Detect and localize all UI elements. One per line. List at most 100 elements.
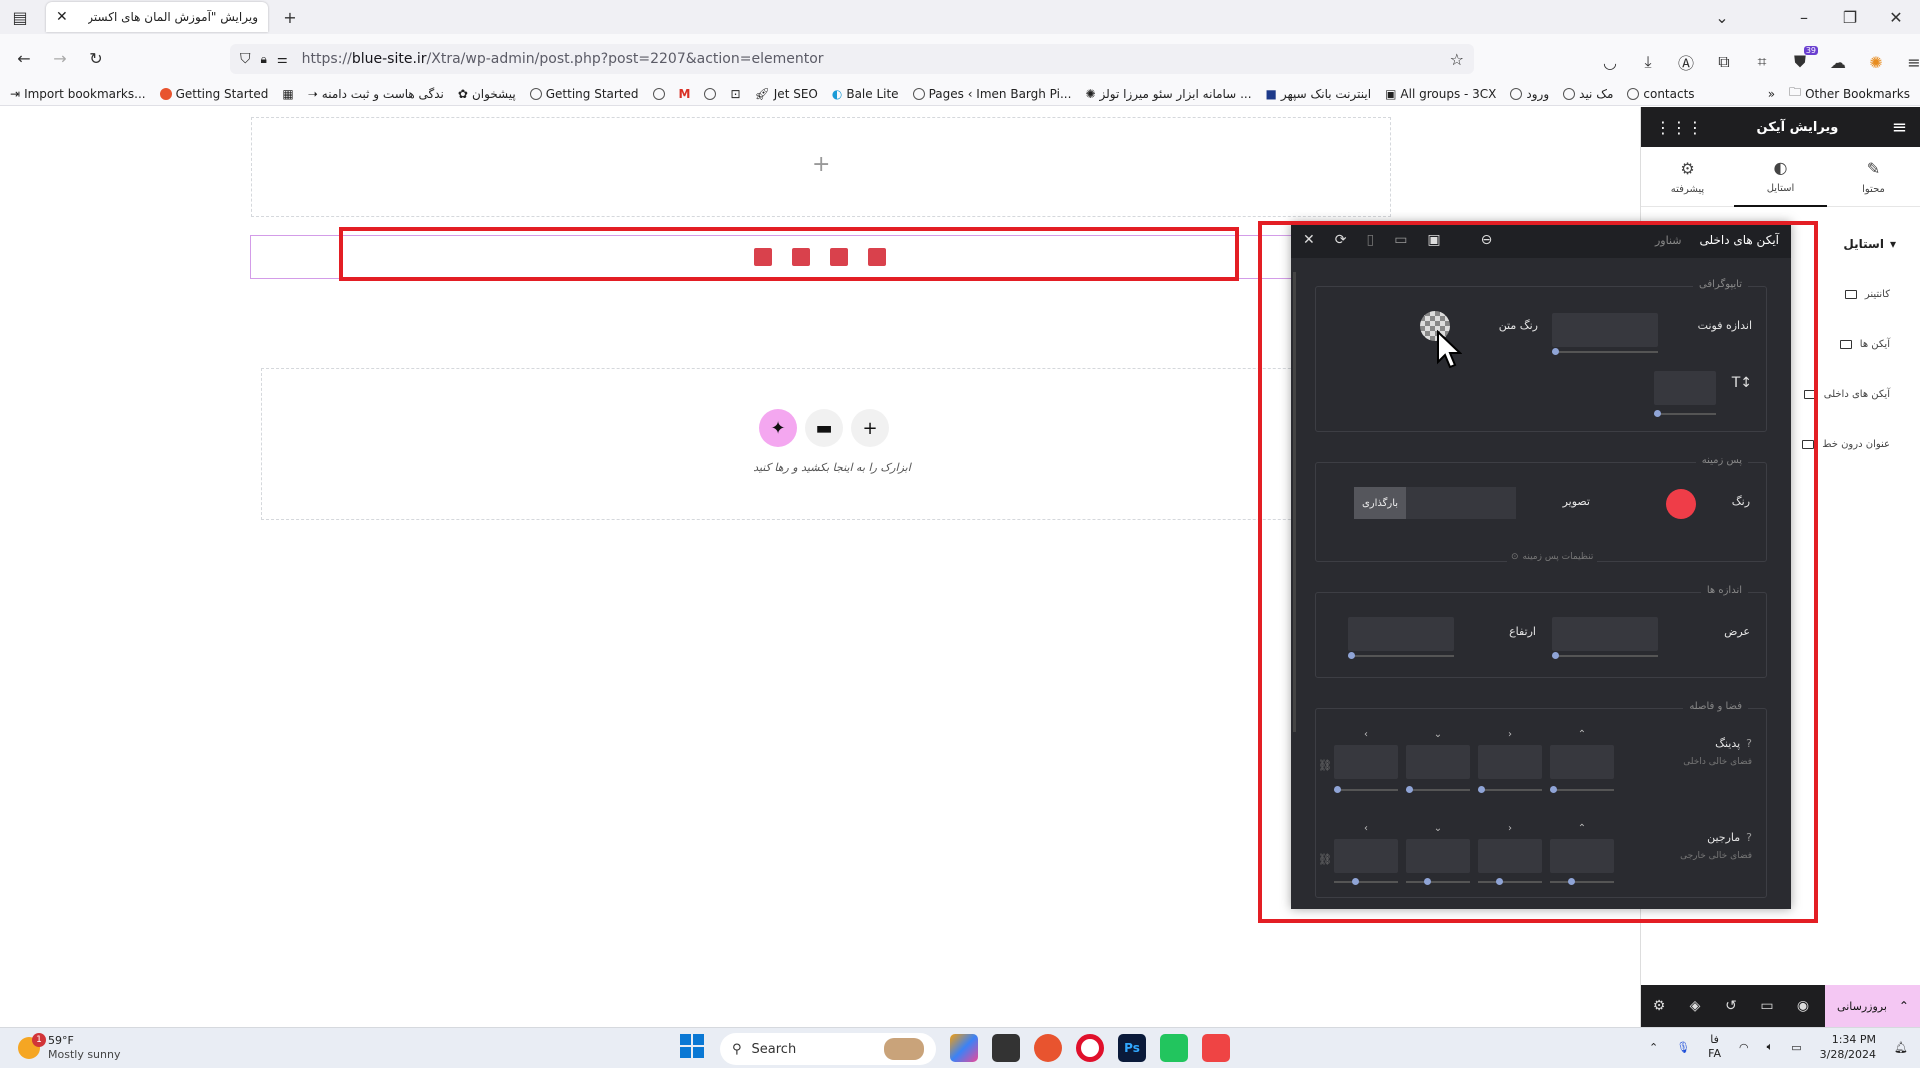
globe-icon [652,87,665,100]
chevron-down-icon[interactable]: ⌄ [1708,3,1736,31]
new-tab-icon[interactable]: + [276,3,304,31]
section-container[interactable]: کانتینر [1844,289,1890,300]
close-tab-icon[interactable]: ✕ [56,9,68,25]
chevron-up-icon[interactable]: ⌃ [1649,1041,1658,1054]
bookmark-item[interactable]: M [679,87,691,101]
facebook-icon[interactable] [754,248,772,266]
bookmark-item[interactable]: ➝ ندگی هاست و ثبت دامنه [308,87,444,101]
recorder-icon[interactable] [1202,1034,1230,1062]
gear-extension-icon[interactable]: ✺ [1862,48,1890,76]
language-indicator[interactable]: فا FA [1708,1033,1721,1061]
bookmark-item[interactable]: ◐ Bale Lite [832,87,899,101]
panel-title: ویرایش آیکن [1756,119,1839,135]
layers-icon[interactable]: ◈ [1677,998,1713,1014]
bookmark-item[interactable]: مک نید [1563,87,1613,101]
folder-icon: 🗀︎ [1789,85,1802,99]
globe-icon [1627,87,1640,100]
account-icon[interactable]: Ⓐ [1672,48,1700,76]
pocket-icon[interactable]: ◡ [1596,48,1624,76]
bookmark-item[interactable]: 🚀︎ Jet SEO [755,87,818,101]
social-icon[interactable] [868,248,886,266]
bookmark-item[interactable]: ⇥ Import bookmarks... [10,87,146,101]
preview-eye-icon[interactable]: ◉ [1785,998,1821,1014]
panel-footer: ⚙ ◈ ↺ ▭ ◉ بروزرسانی ⌃ [1641,985,1920,1027]
microphone-icon[interactable]: 🎙︎ [1676,1041,1690,1054]
other-bookmarks[interactable]: 🗀︎ Other Bookmarks [1789,83,1910,104]
download-icon[interactable]: ⤓ [1634,48,1662,76]
weather-widget[interactable]: 1 59°F Mostly sunny [18,1033,120,1062]
chevron-up-icon[interactable]: ⌃ [1899,999,1909,1013]
add-section-icon[interactable]: + [812,152,830,177]
menu-icon[interactable]: ≡ [1900,48,1920,76]
firefox-icon[interactable] [1034,1034,1062,1062]
back-icon[interactable]: ← [10,44,38,72]
history-icon[interactable]: ↺ [1713,998,1749,1014]
bookmark-item[interactable]: Pages ‹ Imen Bargh Pi... [912,87,1071,101]
extensions-icon[interactable]: ⧉ [1710,48,1738,76]
tab-advanced[interactable]: ⚙ پیشرفته [1641,147,1734,207]
lock-icon[interactable]: 🔒︎ [261,52,267,67]
globe-icon [704,87,717,100]
more-bookmarks-button[interactable]: » [1768,87,1775,101]
url-bar[interactable]: ⛉ 🔒︎ ⚌ https://blue-site.ir/Xtra/wp-admi… [230,44,1474,74]
folder-button[interactable]: ▬ [805,409,843,447]
search-icon: ⚲ [732,1041,742,1057]
clock[interactable]: 1:34 PM 3/28/2024 [1820,1032,1876,1062]
crop-icon[interactable]: ⌗ [1748,48,1776,76]
cloud-icon[interactable]: ☁ [1824,48,1852,76]
copilot-icon[interactable] [950,1034,978,1062]
window-close-icon[interactable]: ✕ [1882,3,1910,31]
browser-tab[interactable]: ویرایش "آموزش المان های اکسترا – ع ✕ [46,2,268,32]
taskbar-search[interactable]: ⚲ Search [720,1033,936,1065]
tab-content[interactable]: ✎ محتوا [1827,147,1920,207]
bookmark-item[interactable] [652,87,665,100]
shield-extension-icon[interactable]: ⛊ 39 [1786,46,1818,76]
settings-icon[interactable]: ⚙ [1641,998,1677,1014]
bookmark-item[interactable]: ▣ All groups - 3CX [1385,87,1496,101]
style-section-heading[interactable]: ▾ استایل [1843,237,1896,251]
restore-icon[interactable]: ❐ [1836,3,1864,31]
widgets-grid-icon[interactable]: ⋮⋮⋮ [1655,118,1703,137]
opera-icon[interactable] [1076,1034,1104,1062]
calendar-icon: ▦ [282,86,294,101]
section-icons[interactable]: آیکن ها [1839,339,1890,350]
bookmark-item[interactable]: ✿ پیشخوان [458,87,516,101]
tab-list-icon[interactable]: ▤ [6,3,34,31]
battery-icon[interactable]: ▭ [1791,1041,1801,1054]
minimize-icon[interactable]: – [1790,3,1818,31]
bookmark-item[interactable] [704,87,717,100]
update-button[interactable]: بروزرسانی ⌃ [1825,985,1920,1027]
bookmark-item[interactable]: ورود [1510,87,1549,101]
ai-sparkle-button[interactable]: ✦ [759,409,797,447]
gear-icon: ⚙ [1680,158,1695,178]
shield-icon[interactable]: ⛉ [240,51,251,67]
bookmark-item[interactable]: ✺ سامانه ابزار سئو میرزا تولز ... [1085,87,1251,101]
tab-style[interactable]: ◐ استایل [1734,147,1827,207]
volume-icon[interactable]: 🔈︎ [1767,1040,1774,1054]
bookmark-item[interactable]: Getting Started [159,87,268,101]
rocket-icon: 🚀︎ [754,86,770,101]
widget-drop-zone[interactable]: ✦ ▬ + ابزارک را به اینجا بکشید و رها کنی… [261,368,1401,520]
social-icon[interactable] [830,248,848,266]
bookmark-item[interactable]: ▦ [282,87,293,101]
start-button[interactable] [680,1034,704,1058]
bookmark-item[interactable]: ■ اینترنت بانک سپهر [1266,87,1372,101]
bookmark-item[interactable]: contacts [1627,87,1695,101]
camtasia-icon[interactable] [1160,1034,1188,1062]
file-explorer-icon[interactable] [992,1034,1020,1062]
empty-section[interactable]: + [251,117,1391,217]
photoshop-icon[interactable]: Ps [1118,1034,1146,1062]
bookmarks-bar: ⇥ Import bookmarks... Getting Started ▦ ➝… [0,82,1920,106]
forward-icon[interactable]: → [46,44,74,72]
bookmark-item[interactable]: ⊡ [730,87,740,101]
responsive-icon[interactable]: ▭ [1749,998,1785,1014]
add-button[interactable]: + [851,409,889,447]
hamburger-icon[interactable]: ≡ [1892,117,1907,138]
reload-icon[interactable]: ↻ [82,44,110,72]
social-icon[interactable] [792,248,810,266]
bookmark-star-icon[interactable]: ☆ [1450,50,1464,69]
wifi-icon[interactable]: ◠ [1739,1041,1749,1054]
permissions-icon[interactable]: ⚌ [277,52,288,66]
notification-icon[interactable]: 🔔︎ [1894,1041,1908,1054]
bookmark-item[interactable]: Getting Started [529,87,639,101]
